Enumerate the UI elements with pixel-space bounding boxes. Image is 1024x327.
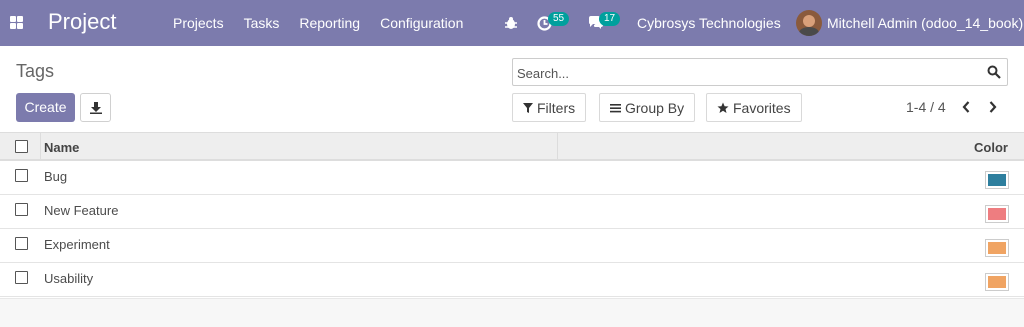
pager-previous-button[interactable] [958,98,974,116]
search-icon[interactable] [987,65,1001,79]
row-checkbox[interactable] [15,237,28,250]
activity-badge: 55 [548,12,570,26]
page-title: Tags [16,61,55,81]
list-footer [0,298,1024,327]
download-icon [89,101,102,114]
menu-reporting[interactable]: Reporting [299,15,360,31]
menu-projects[interactable]: Projects [173,15,224,31]
app-brand[interactable]: Project [48,9,116,35]
favorites-button[interactable]: Favorites [706,93,802,122]
color-swatch [985,205,1009,223]
filter-icon [523,102,533,113]
row-checkbox[interactable] [15,169,28,182]
user-menu[interactable]: Mitchell Admin (odoo_14_book) [796,10,1023,36]
table-row[interactable]: Experiment [0,229,1024,263]
pager-value[interactable]: 1-4 / 4 [906,99,946,115]
column-divider [557,133,558,160]
table-header: Name Color [0,132,1024,161]
apps-menu-icon[interactable] [10,16,23,29]
user-name: Mitchell Admin (odoo_14_book) [827,15,1024,31]
top-navbar: Project Projects Tasks Reporting Configu… [0,0,1024,46]
row-checkbox[interactable] [15,271,28,284]
group-by-label: Group By [625,99,685,116]
color-swatch [985,273,1009,291]
select-all-column [0,133,41,160]
tags-list-table: Name Color Bug New Feature Experiment Us… [0,132,1024,297]
menu-configuration[interactable]: Configuration [380,15,463,31]
chevron-left-icon [962,101,970,113]
bars-icon [610,103,621,113]
menu-tasks[interactable]: Tasks [244,15,280,31]
column-header-color[interactable]: Color [974,140,1008,155]
group-by-button[interactable]: Group By [599,93,696,122]
star-icon [717,102,729,114]
select-all-checkbox[interactable] [15,140,28,153]
export-button[interactable] [80,93,111,122]
column-header-name[interactable]: Name [44,140,79,155]
main-menu: Projects Tasks Reporting Configuration [173,15,483,31]
row-name: Usability [44,271,94,286]
pager-next-button[interactable] [985,98,1001,116]
row-checkbox[interactable] [15,203,28,216]
row-name: Experiment [44,237,110,252]
messages-badge: 17 [599,12,621,26]
user-avatar [796,10,822,36]
row-name: New Feature [44,203,119,218]
filters-label: Filters [537,99,576,116]
search-input[interactable] [517,64,977,82]
chevron-right-icon [989,101,997,113]
favorites-label: Favorites [733,99,791,116]
table-row[interactable]: Usability [0,263,1024,297]
table-row[interactable]: Bug [0,161,1024,195]
filters-button[interactable]: Filters [512,93,587,122]
search-bar [512,58,1008,86]
color-swatch [985,239,1009,257]
company-switcher[interactable]: Cybrosys Technologies [637,15,781,31]
color-swatch [985,171,1009,189]
create-button[interactable]: Create [16,93,75,122]
row-name: Bug [44,169,68,184]
debug-bug-icon[interactable] [504,0,518,46]
table-row[interactable]: New Feature [0,195,1024,229]
